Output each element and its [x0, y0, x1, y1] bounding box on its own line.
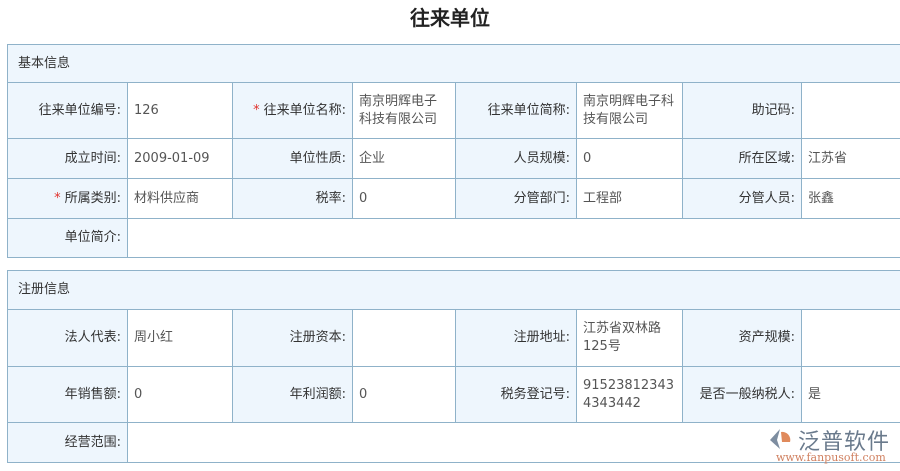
field-label: 往来单位简称:	[455, 82, 577, 139]
table-row: 年销售额: 0 年利润额: 0 税务登记号: 915238123434343442 是否一般…	[7, 366, 900, 423]
field-label: 助记码:	[682, 82, 802, 139]
field-label: 注册资本:	[232, 309, 353, 367]
field-label: 人员规模:	[455, 138, 577, 179]
field-label: 年销售额:	[7, 366, 128, 423]
field-value: 工程部	[576, 178, 683, 219]
required-icon: *	[54, 190, 61, 206]
field-value: 材料供应商	[127, 178, 233, 219]
field-label: 成立时间:	[7, 138, 128, 179]
field-value: 江苏省	[800, 138, 900, 179]
field-value: 南京明辉电子科技有限公司	[576, 82, 683, 139]
table-row: * 所属类别: 材料供应商 税率: 0 分管部门: 工程部 分管人员: 张鑫	[7, 178, 900, 219]
field-value: 0	[352, 366, 456, 423]
table-row: 成立时间: 2009-01-09 单位性质: 企业 人员规模: 0 所在区域: 江苏省	[7, 138, 900, 179]
field-value: 江苏省双林路125号	[576, 309, 683, 367]
field-label: 法人代表:	[7, 309, 128, 367]
field-label: 税率:	[232, 178, 353, 219]
label-text: 分管人员:	[738, 190, 795, 206]
field-value	[800, 309, 900, 367]
page-title: 往来单位	[410, 6, 490, 30]
section-header: 基本信息	[6, 44, 900, 83]
fanpu-logo: 泛普软件 www.fanpusoft.com	[768, 424, 898, 468]
field-label: * 往来单位名称:	[232, 82, 353, 139]
field-label: 是否一般纳税人:	[682, 366, 802, 423]
table-row: 单位简介:	[7, 218, 900, 258]
label-text: 所属类别:	[64, 190, 121, 206]
field-value: 0	[127, 366, 233, 423]
table-row: 往来单位编号: 126 * 往来单位名称: 南京明辉电子科技有限公司 往来单位简称: 南京明…	[7, 82, 900, 139]
label-text: 法人代表:	[64, 330, 121, 345]
field-label: * 所属类别:	[7, 178, 128, 219]
field-label: 注册地址:	[455, 309, 577, 367]
field-value: 企业	[352, 138, 456, 179]
label-text: 注册地址:	[513, 330, 570, 345]
field-value	[800, 82, 900, 139]
field-value: 126	[127, 82, 233, 139]
basic-info-section: 基本信息 往来单位编号: 126 * 往来单位名称: 南京明辉电子科技有限公司 往来单位简…	[6, 44, 900, 258]
section-header: 注册信息	[6, 270, 900, 310]
field-label: 经营范围:	[7, 422, 128, 463]
label-text: 分管部门:	[513, 190, 570, 206]
table-row: 法人代表: 周小红 注册资本: 注册地址: 江苏省双林路125号 资产规模:	[7, 309, 900, 367]
label-text: 成立时间:	[64, 150, 121, 166]
label-text: 往来单位名称:	[263, 102, 346, 118]
label-text: 资产规模:	[738, 330, 795, 345]
field-label: 往来单位编号:	[7, 82, 128, 139]
field-label: 年利润额:	[232, 366, 353, 423]
field-value	[126, 218, 900, 258]
field-label: 单位简介:	[7, 218, 128, 258]
label-text: 年利润额:	[289, 386, 346, 402]
label-text: 单位性质:	[289, 150, 346, 166]
logo-mark-icon	[770, 429, 791, 449]
label-text: 注册资本:	[289, 330, 346, 345]
field-value: 0	[576, 138, 683, 179]
registration-info-section: 注册信息 法人代表: 周小红 注册资本: 注册地址: 江苏省双林路125号 资产规模: 年销…	[6, 270, 900, 463]
field-value: 是	[800, 366, 900, 423]
label-text: 所在区域:	[738, 150, 795, 166]
field-label: 分管人员:	[682, 178, 802, 219]
label-text: 税率:	[315, 190, 346, 206]
label-text: 税务登记号:	[500, 386, 570, 402]
label-text: 往来单位编号:	[38, 102, 121, 118]
field-value: 周小红	[127, 309, 233, 367]
label-text: 是否一般纳税人:	[699, 386, 795, 402]
field-value: 南京明辉电子科技有限公司	[352, 82, 456, 139]
field-label: 资产规模:	[682, 309, 802, 367]
field-label: 税务登记号:	[455, 366, 577, 423]
field-label: 所在区域:	[682, 138, 802, 179]
label-text: 人员规模:	[513, 150, 570, 166]
label-text: 助记码:	[751, 102, 795, 118]
field-value: 2009-01-09	[127, 138, 233, 179]
field-label: 分管部门:	[455, 178, 577, 219]
logo-url: www.fanpusoft.com	[776, 451, 886, 464]
field-value: 0	[352, 178, 456, 219]
field-value	[352, 309, 456, 367]
field-label: 单位性质:	[232, 138, 353, 179]
required-icon: *	[253, 102, 260, 118]
field-value: 915238123434343442	[576, 366, 683, 423]
table-row: 经营范围:	[7, 422, 900, 463]
label-text: 年销售额:	[64, 386, 121, 402]
field-value: 张鑫	[800, 178, 900, 219]
label-text: 往来单位简称:	[487, 102, 570, 118]
